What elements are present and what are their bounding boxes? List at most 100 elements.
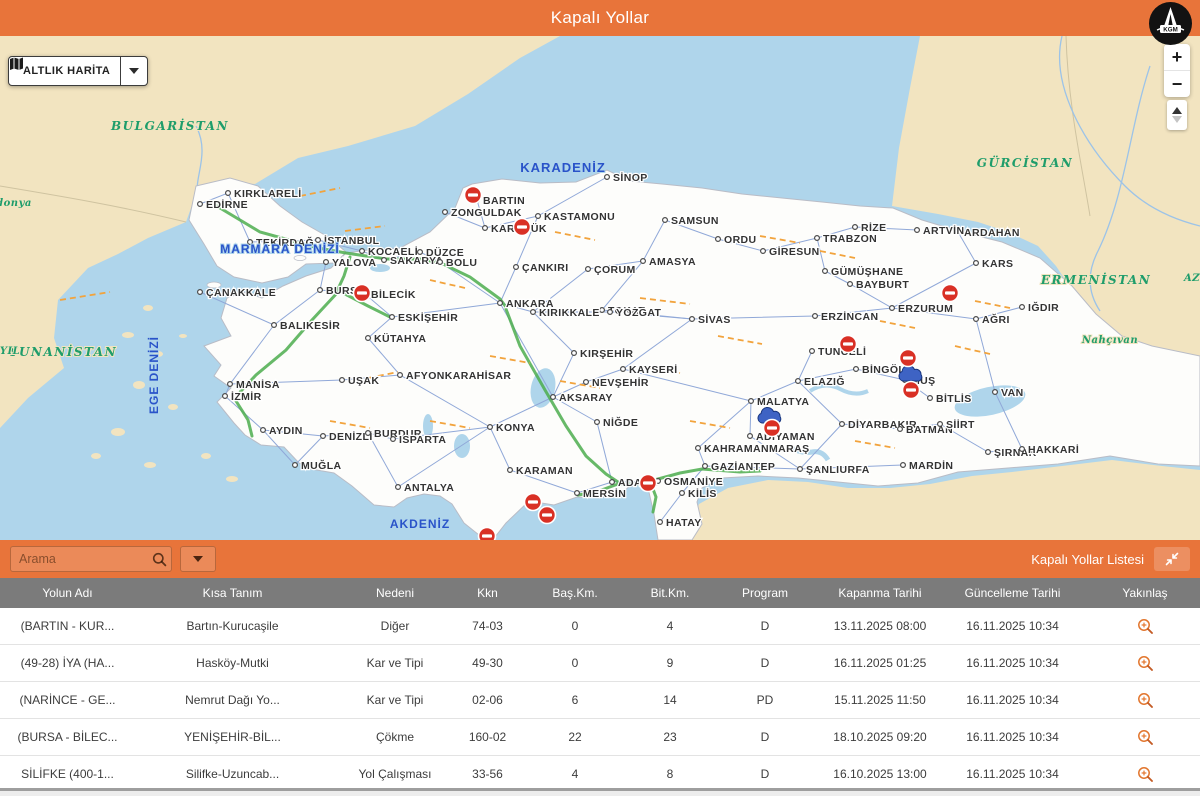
table-cell: 16.10.2025 13:00 — [825, 756, 935, 792]
closed-roads-table: Yolun AdıKısa TanımNedeniKknBaş.Km.Bit.K… — [0, 578, 1200, 793]
city-marker — [663, 218, 668, 223]
city-label: KASTAMONU — [544, 211, 615, 223]
table-cell: Çökme — [330, 719, 460, 755]
app-header: Kapalı Yollar — [0, 0, 1200, 36]
zoom-to-road-button[interactable] — [1090, 756, 1200, 792]
table-cell: Diğer — [330, 608, 460, 644]
city-marker — [483, 226, 488, 231]
map-canvas[interactable]: KIRKLARELİEDİRNETEKİRDAĞİSTANBULYALOVAKO… — [0, 36, 1200, 540]
table-row[interactable]: (BURSA - BİLEC...YENİŞEHİR-BİL...Çökme16… — [0, 719, 1200, 756]
city-label: NEVŞEHİR — [592, 376, 649, 389]
road-closure-icon[interactable] — [354, 285, 371, 302]
zoom-control: + − — [1164, 44, 1190, 97]
city-marker — [815, 236, 820, 241]
city-marker — [318, 288, 323, 293]
road-closure-icon[interactable] — [900, 350, 917, 367]
city-marker — [621, 367, 626, 372]
city-marker — [798, 467, 803, 472]
column-header: Güncelleme Tarihi — [935, 578, 1090, 608]
zoom-in-button[interactable]: + — [1164, 44, 1190, 70]
table-cell: 9 — [635, 645, 705, 681]
country-label: GÜRCİSTAN — [977, 154, 1074, 170]
table-cell: 02-06 — [460, 682, 515, 718]
table-row[interactable]: (49-28) İYA (HA...Hasköy-MutkiKar ve Tip… — [0, 645, 1200, 682]
city-label: YALOVA — [332, 257, 376, 269]
city-label: AMASYA — [649, 256, 696, 268]
table-cell: (49-28) İYA (HA... — [0, 645, 135, 681]
city-marker — [438, 260, 443, 265]
table-row[interactable]: (BARTIN - KUR...Bartın-KurucaşileDiğer74… — [0, 608, 1200, 645]
city-marker — [608, 310, 613, 315]
zoom-to-road-button[interactable] — [1090, 719, 1200, 755]
city-label: ELAZIĞ — [804, 375, 845, 388]
road-closure-icon[interactable] — [764, 420, 781, 437]
city-label: ISPARTA — [399, 434, 446, 446]
city-label: ARDAHAN — [964, 227, 1020, 239]
list-toolbar: Kapalı Yollar Listesi — [0, 540, 1200, 578]
sea-label: EGE DENİZİ — [146, 336, 161, 414]
zoom-to-road-button[interactable] — [1090, 682, 1200, 718]
zoom-in-icon — [1137, 692, 1154, 709]
table-cell: 0 — [515, 645, 635, 681]
road-closure-icon[interactable] — [525, 494, 542, 511]
table-cell: YENİŞEHİR-BİL... — [135, 719, 330, 755]
search-box — [10, 546, 172, 572]
city-label: BOLU — [446, 257, 477, 269]
table-scrollbar[interactable] — [0, 788, 1200, 796]
city-marker — [391, 437, 396, 442]
city-marker — [531, 310, 536, 315]
zoom-to-road-button[interactable] — [1090, 608, 1200, 644]
zoom-out-button[interactable]: − — [1164, 70, 1190, 97]
road-closure-icon[interactable] — [903, 382, 920, 399]
table-cell: SİLİFKE (400-1... — [0, 756, 135, 792]
road-closure-icon[interactable] — [539, 507, 556, 524]
city-label: YOZGAT — [616, 307, 662, 319]
city-marker — [748, 434, 753, 439]
table-cell: (NARİNCE - GE... — [0, 682, 135, 718]
list-title: Kapalı Yollar Listesi — [1031, 552, 1144, 567]
table-cell: 160-02 — [460, 719, 515, 755]
column-header: Bit.Km. — [635, 578, 705, 608]
city-label: KONYA — [496, 422, 535, 434]
table-cell: (BURSA - BİLEC... — [0, 719, 135, 755]
column-header: Baş.Km. — [515, 578, 635, 608]
road-closure-icon[interactable] — [942, 285, 959, 302]
tilt-control[interactable] — [1167, 100, 1187, 130]
city-marker — [890, 306, 895, 311]
city-label: KIRIKKALE — [539, 307, 600, 319]
country-label: YUNANİSTAN — [9, 344, 117, 359]
table-row[interactable]: (NARİNCE - GE...Nemrut Dağı Yo...Kar ve … — [0, 682, 1200, 719]
basemap-label: ALTLIK HARİTA — [17, 65, 120, 77]
zoom-to-road-button[interactable] — [1090, 645, 1200, 681]
basemap-dropdown-button[interactable] — [120, 57, 147, 85]
road-closure-icon[interactable] — [479, 528, 496, 541]
app: Kapalı Yollar KGM — [0, 0, 1200, 796]
city-marker — [508, 468, 513, 473]
city-label: MANİSA — [236, 378, 280, 391]
city-label: TRABZON — [823, 233, 877, 245]
city-marker — [226, 191, 231, 196]
sea-label: MARMARA DENİZİ — [220, 241, 340, 256]
search-input[interactable] — [11, 552, 147, 566]
collapse-list-button[interactable] — [1154, 547, 1190, 571]
city-marker — [716, 237, 721, 242]
country-label: YIL — [0, 346, 20, 357]
basemap-control[interactable]: ALTLIK HARİTA — [8, 56, 148, 86]
table-cell: 16.11.2025 10:34 — [935, 645, 1090, 681]
search-filter-dropdown[interactable] — [180, 546, 216, 572]
road-closure-icon[interactable] — [840, 336, 857, 353]
city-label: MALATYA — [757, 396, 809, 408]
table-cell: 16.11.2025 10:34 — [935, 608, 1090, 644]
table-cell: 16.11.2025 10:34 — [935, 756, 1090, 792]
table-cell: 14 — [635, 682, 705, 718]
table-cell: Silifke-Uzuncab... — [135, 756, 330, 792]
column-header: Kısa Tanım — [135, 578, 330, 608]
road-closure-icon[interactable] — [514, 219, 531, 236]
city-marker — [228, 382, 233, 387]
city-marker — [198, 202, 203, 207]
table-cell: 8 — [635, 756, 705, 792]
arrow-down-icon — [1172, 116, 1182, 123]
road-closure-icon[interactable] — [640, 475, 657, 492]
road-closure-icon[interactable] — [465, 187, 482, 204]
city-label: SİNOP — [613, 171, 648, 184]
